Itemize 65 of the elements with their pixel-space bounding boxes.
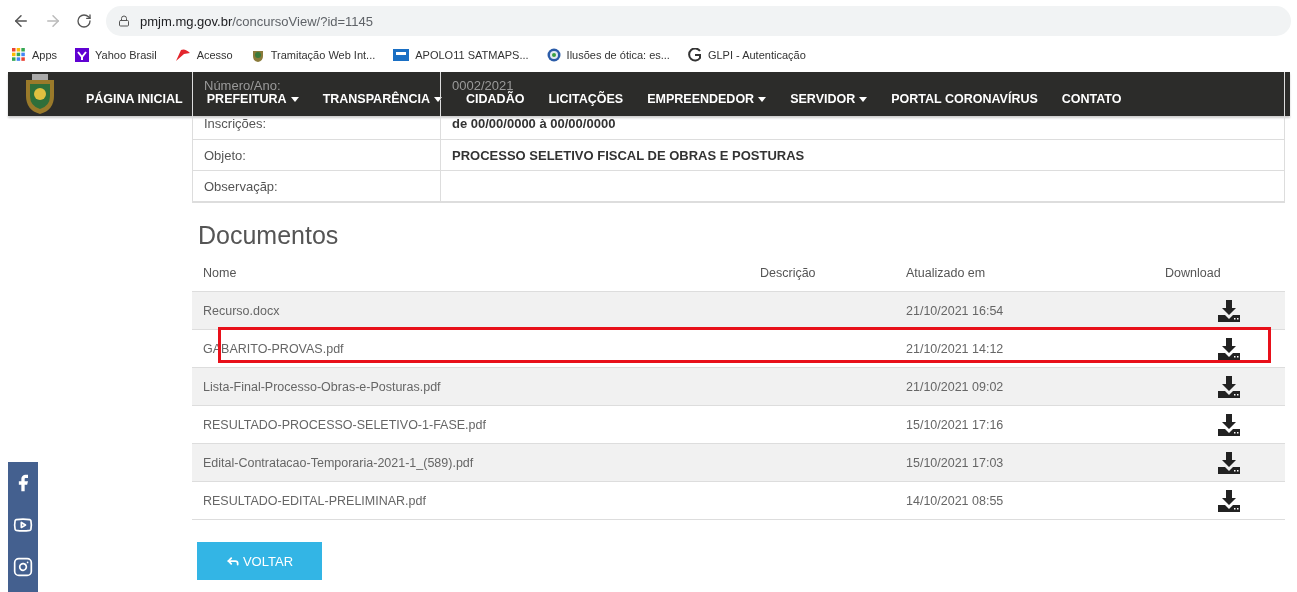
updated-date: 21/10/2021 14:12 [906, 341, 1005, 356]
updated-date: 14/10/2021 08:55 [906, 493, 1005, 508]
field-value: 0002/2021 [452, 79, 514, 92]
nav-menu-item[interactable]: LICITAÇÕES [548, 92, 624, 106]
bookmark-link[interactable]: Tramitação Web Int... [250, 48, 376, 62]
globe-icon [546, 48, 561, 62]
field-label: Número/Ano: [204, 79, 281, 92]
address-bar[interactable]: pmjm.mg.gov.br/concursoView/?id=1145 [106, 6, 1291, 36]
section-title: Documentos [198, 221, 340, 251]
column-header: Descrição [760, 266, 817, 280]
bookmark-link[interactable]: Apps [12, 48, 58, 62]
column-header: Atualizado em [906, 266, 987, 280]
yahoo-logo-icon [75, 48, 90, 62]
reload-icon[interactable] [76, 13, 92, 29]
nav-menu-item[interactable]: SERVIDOR [790, 92, 868, 106]
file-name[interactable]: Edital-Contratacao-Temporaria-2021-1_(589).pdf [203, 455, 760, 470]
field-label: Objeto: [204, 148, 246, 162]
badge-icon [393, 49, 410, 61]
instagram-icon[interactable] [13, 557, 33, 577]
bookmark-link[interactable]: APOLO11 SATMAPS... [393, 49, 529, 61]
download-icon[interactable] [1217, 374, 1241, 399]
bookmark-link[interactable]: GLPI - Autenticação [687, 48, 806, 62]
apps-grid-icon [12, 48, 26, 62]
nav-menu-item[interactable]: PÁGINA INICIAL [86, 92, 183, 106]
download-icon[interactable] [1217, 450, 1241, 475]
nav-menu-item[interactable]: CIDADÃO [466, 92, 525, 106]
caret-icon [758, 96, 767, 102]
updated-date: 21/10/2021 16:54 [906, 303, 1005, 318]
bookmark-link[interactable]: Acesso [174, 48, 233, 62]
crest-icon [250, 48, 265, 62]
field-value: PROCESSO SELETIVO FISCAL DE OBRAS E POSTURAS [452, 148, 805, 162]
back-icon[interactable] [12, 12, 30, 30]
updated-date: 15/10/2021 17:16 [906, 417, 1005, 432]
bookmark-link[interactable]: Ilusões de ótica: es... [546, 48, 670, 62]
caret-icon [434, 96, 443, 102]
column-header: Download [1165, 266, 1222, 280]
download-icon[interactable] [1217, 336, 1241, 361]
updated-date: 21/10/2021 09:02 [906, 379, 1005, 394]
updated-date: 15/10/2021 17:03 [906, 455, 1005, 470]
download-icon[interactable] [1217, 412, 1241, 437]
field-label: Observaçãp: [204, 179, 278, 193]
flag-icon [174, 48, 191, 62]
nav-menu-item[interactable]: CONTATO [1061, 92, 1122, 106]
field-label: Inscrições: [204, 117, 267, 130]
caret-icon [859, 96, 868, 102]
url-host: pmjm.mg.gov.br [140, 13, 233, 29]
download-icon[interactable] [1217, 298, 1241, 323]
field-value: de 00/00/0000 à 00/00/0000 [452, 117, 616, 130]
nav-menu-item[interactable]: EMPREENDEDOR [647, 92, 767, 106]
nav-menu-item[interactable]: TRANSPARÊNCIA [322, 92, 443, 106]
file-name[interactable]: Recurso.docx [203, 303, 760, 318]
column-header: Nome [203, 266, 238, 280]
caret-icon [290, 96, 299, 102]
nav-menu-item[interactable]: PORTAL CORONAVÍRUS [891, 92, 1038, 106]
url-path: /concursoView/?id=1145 [232, 13, 374, 29]
file-name[interactable]: Lista-Final-Processo-Obras-e-Posturas.pdf [203, 379, 760, 394]
reply-arrow-icon [225, 554, 240, 568]
bookmark-link[interactable]: Yahoo Brasil [75, 48, 157, 62]
lock-icon [118, 15, 130, 27]
download-icon[interactable] [1217, 488, 1241, 513]
nav-menu-item[interactable]: PREFEITURA [206, 92, 299, 106]
file-name[interactable]: RESULTADO-PROCESSO-SELETIVO-1-FASE.pdf [203, 417, 760, 432]
youtube-icon[interactable] [13, 515, 33, 535]
g-logo-icon [687, 48, 702, 62]
file-name[interactable]: RESULTADO-EDITAL-PRELIMINAR.pdf [203, 493, 760, 508]
